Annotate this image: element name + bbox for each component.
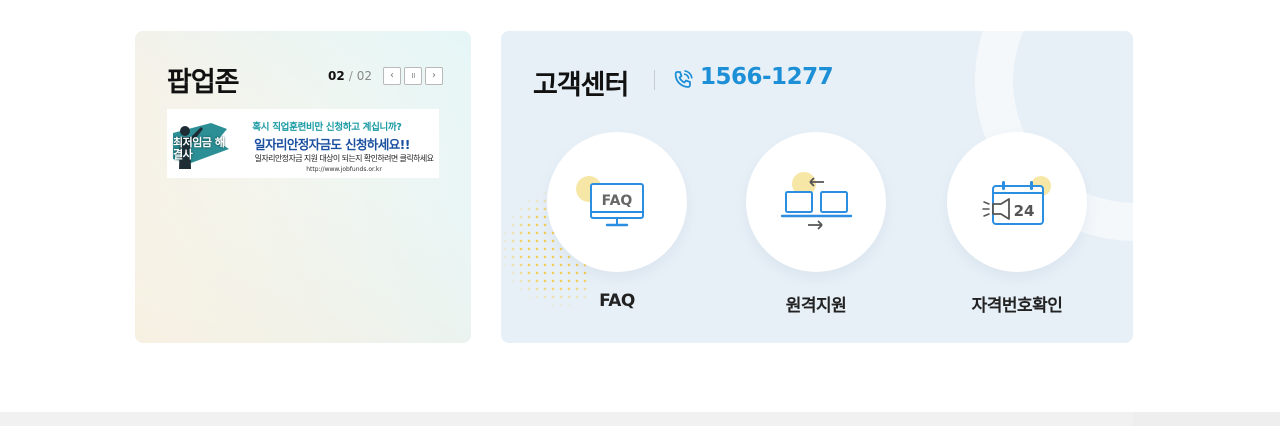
service-faq-circle[interactable]: FAQ bbox=[547, 132, 687, 272]
pager-controls: ‹ ॥ › bbox=[383, 67, 444, 85]
service-remote-label: 원격지원 bbox=[785, 296, 847, 316]
pager-current: 02 bbox=[328, 69, 345, 83]
banner-badge-text: 최저임금 해결사 bbox=[173, 136, 225, 161]
footer-strip-right bbox=[1133, 412, 1280, 426]
prev-button[interactable]: ‹ bbox=[383, 67, 402, 85]
next-button[interactable]: › bbox=[425, 67, 444, 85]
service-faq-label: FAQ bbox=[599, 291, 635, 311]
calendar-24-icon: 24 bbox=[982, 176, 1051, 225]
banner-line1: 혹시 직업훈련비만 신청하고 계십니까? bbox=[252, 122, 402, 133]
chevron-right-icon: › bbox=[432, 70, 437, 81]
footer-strip bbox=[0, 412, 1280, 426]
calendar-24-text: 24 bbox=[1014, 202, 1035, 220]
banner-url: http://www.jobfunds.or.kr bbox=[306, 166, 382, 173]
popup-zone: 팝업존 02 / 02 ‹ ॥ › 최저임금 해결사 혹시 직업훈련비만 신청하… bbox=[135, 31, 471, 343]
pager-separator: / bbox=[348, 69, 353, 83]
page: 팝업존 02 / 02 ‹ ॥ › 최저임금 해결사 혹시 직업훈련비만 신청하… bbox=[0, 0, 1280, 426]
popup-pager: 02 / 02 ‹ ॥ › bbox=[328, 66, 444, 86]
popup-zone-title: 팝업존 bbox=[167, 67, 240, 98]
popup-banner[interactable]: 최저임금 해결사 혹시 직업훈련비만 신청하고 계십니까? 일자리안정자금도 신… bbox=[167, 109, 439, 178]
customer-center-title: 고객센터 bbox=[533, 70, 629, 101]
service-faq[interactable]: FAQ FAQ bbox=[547, 132, 687, 311]
chevron-left-icon: ‹ bbox=[390, 70, 395, 81]
faq-monitor-icon: FAQ bbox=[576, 176, 644, 227]
customer-center: 고객센터 1566-1277 FAQ FAQ 원격지원 24 자격번호확인 bbox=[501, 31, 1133, 343]
remote-support-icon bbox=[780, 172, 853, 230]
phone-number[interactable]: 1566-1277 bbox=[700, 64, 834, 90]
service-remote-circle[interactable] bbox=[746, 132, 886, 272]
pause-icon: ॥ bbox=[410, 71, 416, 80]
service-cert-number-check[interactable]: 24 자격번호확인 bbox=[947, 132, 1087, 316]
banner-line2: 일자리안정자금도 신청하세요!! bbox=[254, 137, 410, 152]
pause-button[interactable]: ॥ bbox=[404, 67, 423, 85]
title-divider bbox=[654, 70, 655, 90]
banner-line3: 일자리안정자금 지원 대상이 되는지 확인하려면 클릭하세요 bbox=[254, 154, 434, 163]
service-cert-label: 자격번호확인 bbox=[971, 296, 1063, 316]
faq-icon-text: FAQ bbox=[602, 193, 633, 209]
service-cert-circle[interactable]: 24 bbox=[947, 132, 1087, 272]
service-remote-support[interactable]: 원격지원 bbox=[746, 132, 886, 316]
pager-total: 02 bbox=[356, 69, 373, 83]
phone-icon bbox=[674, 70, 693, 88]
